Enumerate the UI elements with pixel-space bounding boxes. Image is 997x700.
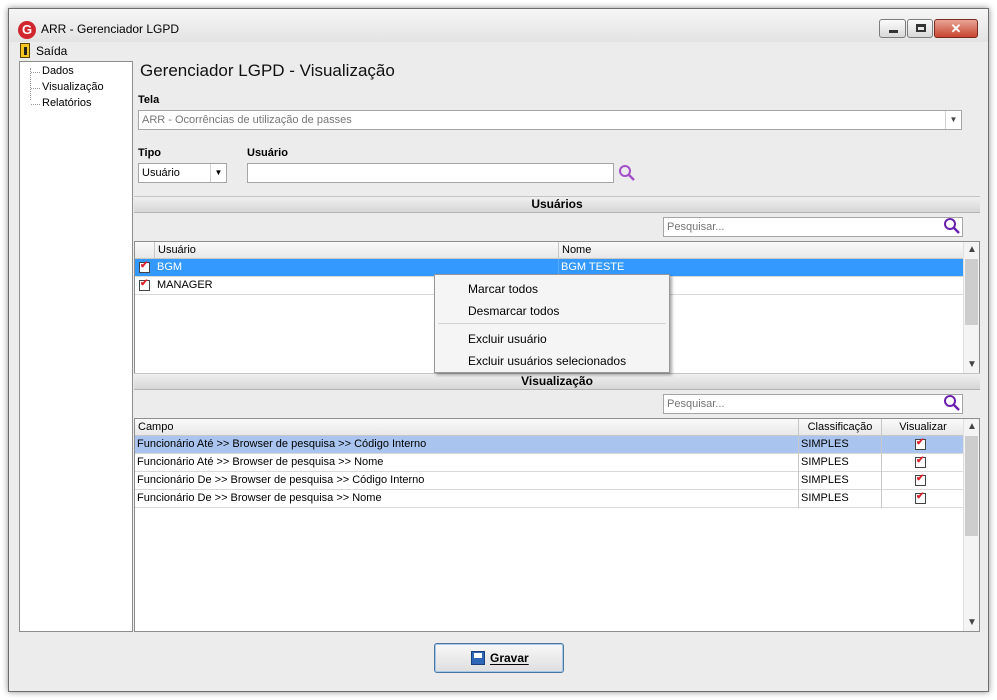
visualizar-checkbox[interactable] (915, 437, 926, 450)
exit-door-icon[interactable] (20, 43, 30, 58)
scroll-down-icon[interactable]: ▼ (964, 357, 979, 373)
users-search-box[interactable] (663, 217, 963, 237)
menu-item-excluir-usuario[interactable]: Excluir usuário (468, 332, 547, 346)
table-row[interactable]: Funcionário Até >> Browser de pesquisa >… (135, 454, 965, 472)
row-checkbox[interactable] (139, 260, 150, 273)
visualizar-checkbox[interactable] (915, 473, 926, 486)
tree-item-dados[interactable]: Dados (31, 65, 74, 77)
table-row[interactable]: Funcionário De >> Browser de pesquisa >>… (135, 490, 965, 508)
cell-visualizar (882, 490, 965, 508)
tela-select[interactable]: ARR - Ocorrências de utilização de passe… (138, 110, 962, 130)
table-row[interactable]: Funcionário De >> Browser de pesquisa >>… (135, 472, 965, 490)
column-header-campo[interactable]: Campo (135, 419, 799, 436)
cell-campo: Funcionário De >> Browser de pesquisa >>… (135, 472, 799, 490)
tipo-value: Usuário (142, 167, 180, 179)
column-header-nome[interactable]: Nome (559, 242, 965, 259)
tree-item-relatorios[interactable]: Relatórios (31, 97, 92, 109)
scroll-down-icon[interactable]: ▼ (964, 615, 979, 631)
navigation-tree: Dados Visualização Relatórios (19, 61, 133, 632)
scroll-thumb[interactable] (965, 259, 978, 325)
title-bar: G ARR - Gerenciador LGPD ✕ (9, 9, 988, 42)
cell-campo: Funcionário Até >> Browser de pesquisa >… (135, 454, 799, 472)
users-grid-scrollbar[interactable]: ▲ ▼ (963, 242, 979, 373)
scroll-up-icon[interactable]: ▲ (964, 419, 979, 435)
menu-exit[interactable]: Saída (36, 44, 67, 58)
cell-classificacao: SIMPLES (799, 436, 882, 454)
chevron-down-icon[interactable]: ▼ (210, 164, 226, 182)
tipo-select[interactable]: Usuário ▼ (138, 163, 227, 183)
view-grid: Campo Classificação Visualizar Funcionár… (134, 418, 980, 632)
minimize-icon (889, 30, 898, 33)
chevron-down-icon[interactable]: ▼ (945, 111, 961, 129)
usuario-label: Usuário (247, 147, 288, 159)
table-row[interactable]: Funcionário Até >> Browser de pesquisa >… (135, 436, 965, 454)
cell-campo: Funcionário De >> Browser de pesquisa >>… (135, 490, 799, 508)
search-icon[interactable] (943, 217, 961, 235)
minimize-button[interactable] (879, 19, 906, 38)
scroll-thumb[interactable] (965, 436, 978, 536)
search-icon[interactable] (618, 164, 636, 182)
close-button[interactable]: ✕ (934, 19, 978, 38)
cell-campo: Funcionário Até >> Browser de pesquisa >… (135, 436, 799, 454)
visualizar-checkbox[interactable] (915, 491, 926, 504)
close-icon: ✕ (950, 21, 962, 36)
users-grid-check-header (135, 242, 155, 259)
save-button-label: Gravar (490, 651, 529, 665)
context-menu: Marcar todos Desmarcar todos Excluir usu… (434, 274, 670, 373)
column-header-usuario[interactable]: Usuário (155, 242, 559, 259)
save-button[interactable]: Gravar (434, 643, 564, 673)
menu-item-excluir-selecionados[interactable]: Excluir usuários selecionados (468, 354, 626, 368)
users-search-input[interactable] (664, 218, 962, 236)
scroll-up-icon[interactable]: ▲ (964, 242, 979, 258)
tree-item-visualizacao[interactable]: Visualização (31, 81, 104, 93)
tela-label: Tela (138, 94, 160, 106)
window-title: ARR - Gerenciador LGPD (41, 22, 180, 36)
view-grid-scrollbar[interactable]: ▲ ▼ (963, 419, 979, 631)
maximize-icon (916, 24, 926, 32)
column-header-visualizar[interactable]: Visualizar (882, 419, 965, 436)
menu-bar: Saída (9, 42, 988, 60)
app-icon: G (18, 21, 36, 39)
maximize-button[interactable] (907, 19, 933, 38)
view-section-header: Visualização (134, 373, 980, 390)
cell-classificacao: SIMPLES (799, 472, 882, 490)
row-checkbox[interactable] (139, 278, 150, 291)
cell-classificacao: SIMPLES (799, 454, 882, 472)
view-search-box[interactable] (663, 394, 963, 414)
users-section-header: Usuários (134, 196, 980, 213)
cell-visualizar (882, 454, 965, 472)
cell-visualizar (882, 472, 965, 490)
floppy-disk-icon (471, 651, 485, 665)
search-icon[interactable] (943, 394, 961, 412)
page-title: Gerenciador LGPD - Visualização (140, 61, 395, 80)
cell-visualizar (882, 436, 965, 454)
column-header-classificacao[interactable]: Classificação (799, 419, 882, 436)
menu-item-marcar-todos[interactable]: Marcar todos (468, 282, 538, 296)
tipo-label: Tipo (138, 147, 162, 159)
visualizar-checkbox[interactable] (915, 455, 926, 468)
tela-value: ARR - Ocorrências de utilização de passe… (142, 114, 352, 126)
view-search-input[interactable] (664, 395, 962, 413)
usuario-input[interactable] (247, 163, 614, 183)
menu-separator (438, 323, 666, 324)
menu-item-desmarcar-todos[interactable]: Desmarcar todos (468, 304, 559, 318)
cell-classificacao: SIMPLES (799, 490, 882, 508)
